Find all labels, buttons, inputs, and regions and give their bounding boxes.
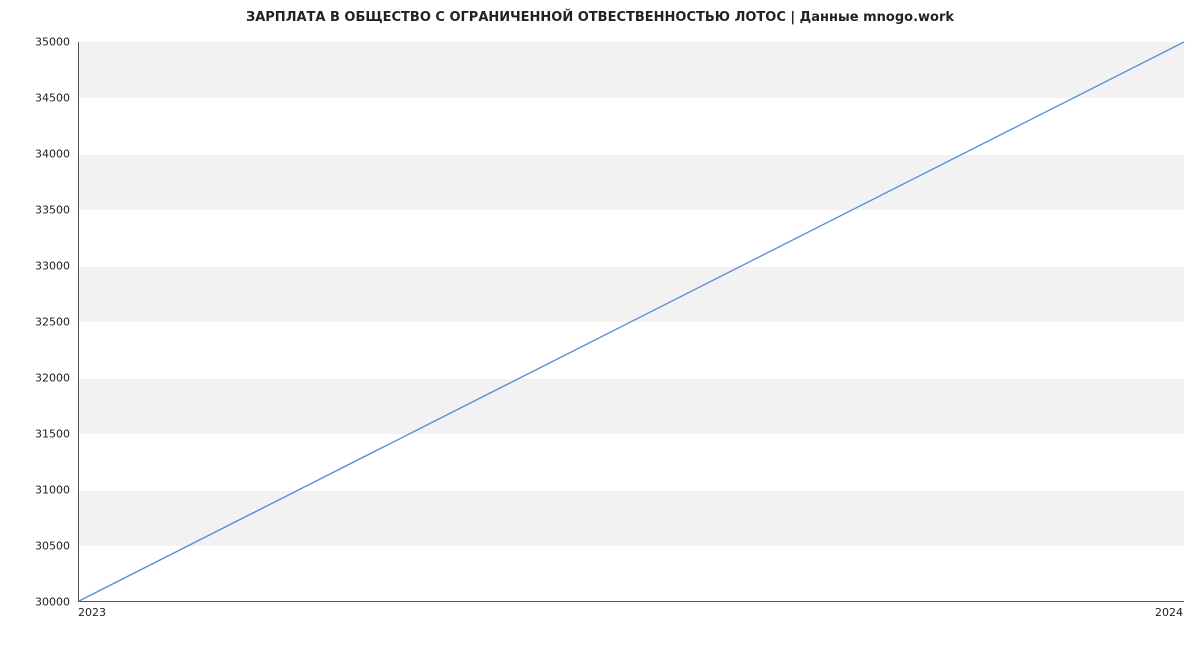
y-tick-label: 33000: [10, 260, 70, 273]
x-tick-label: 2024: [1155, 606, 1183, 619]
y-tick-label: 31500: [10, 428, 70, 441]
chart-title: ЗАРПЛАТА В ОБЩЕСТВО С ОГРАНИЧЕННОЙ ОТВЕС…: [0, 10, 1200, 25]
x-tick-label: 2023: [78, 606, 106, 619]
y-tick-label: 35000: [10, 36, 70, 49]
chart-container: ЗАРПЛАТА В ОБЩЕСТВО С ОГРАНИЧЕННОЙ ОТВЕС…: [0, 0, 1200, 650]
y-tick-label: 31000: [10, 484, 70, 497]
y-tick-label: 34000: [10, 148, 70, 161]
line-layer: [79, 42, 1184, 601]
plot-area: [78, 42, 1184, 602]
y-tick-label: 30500: [10, 540, 70, 553]
y-tick-label: 32500: [10, 316, 70, 329]
y-tick-label: 34500: [10, 92, 70, 105]
y-tick-label: 32000: [10, 372, 70, 385]
y-tick-label: 30000: [10, 596, 70, 609]
series-line: [79, 42, 1184, 601]
y-tick-label: 33500: [10, 204, 70, 217]
